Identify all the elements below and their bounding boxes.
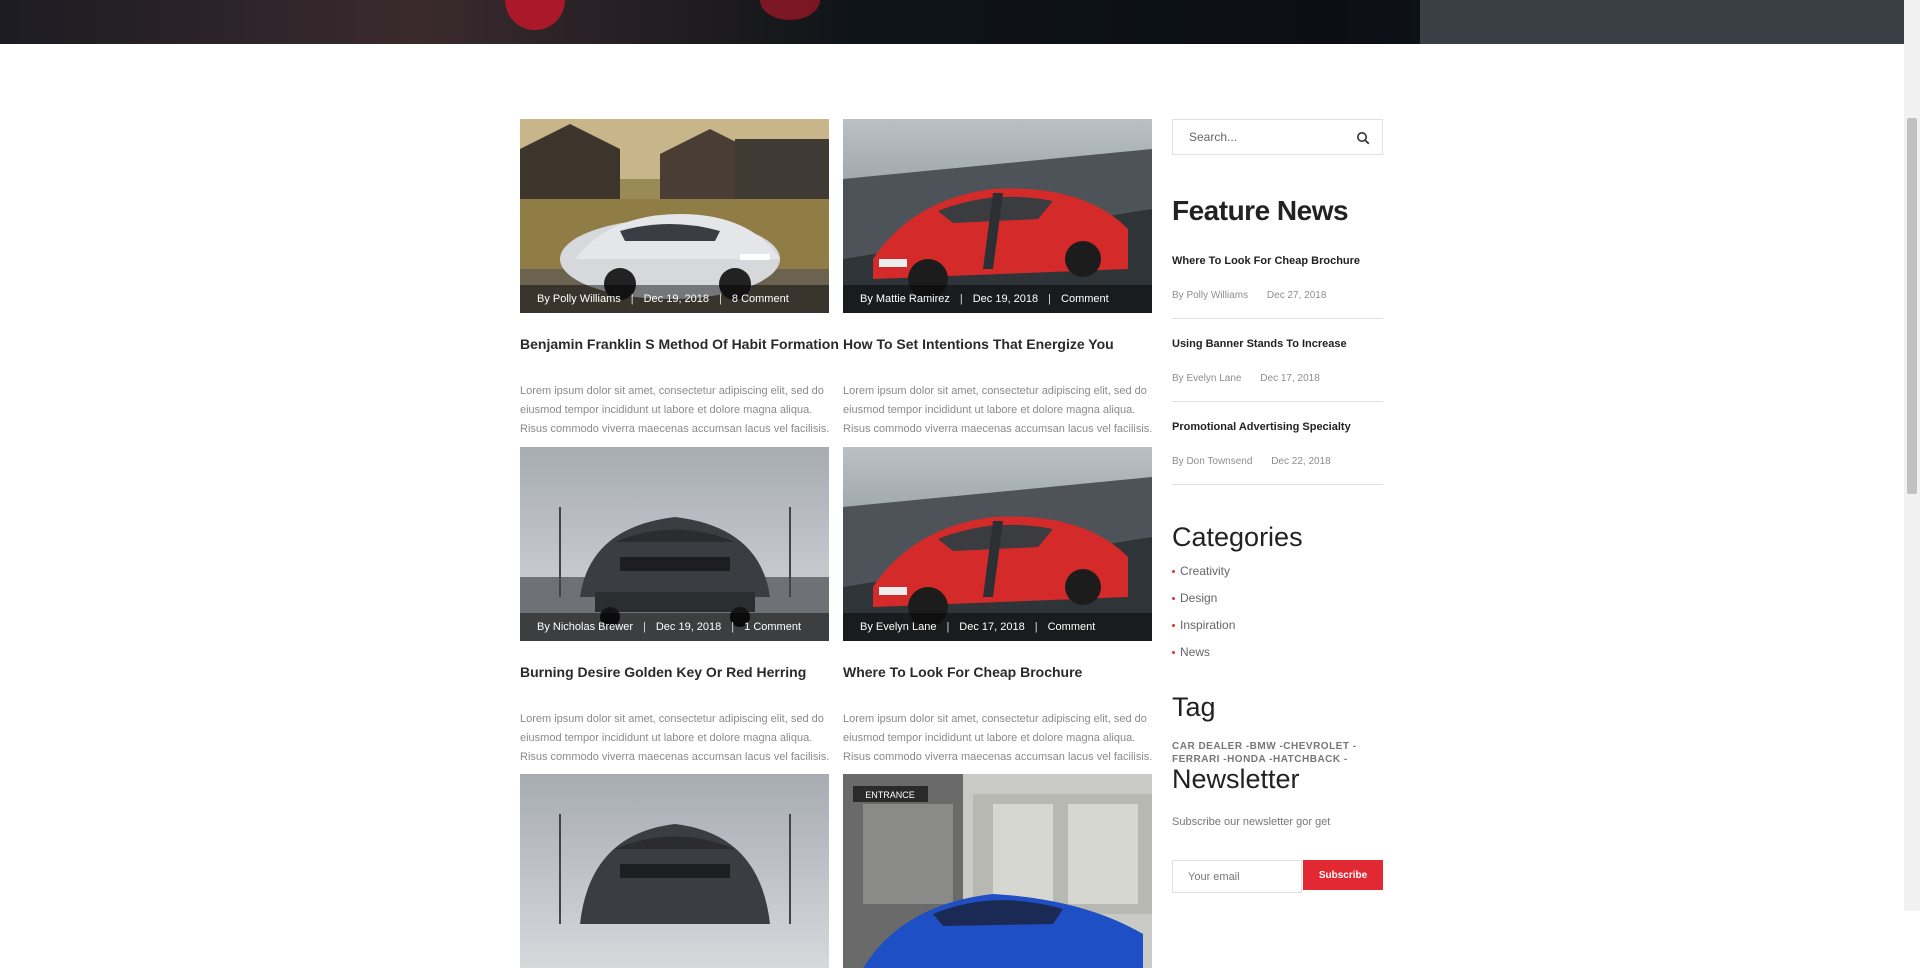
feature-news-meta: By Polly Williams Dec 27, 2018 xyxy=(1172,290,1326,301)
post-author[interactable]: By Evelyn Lane xyxy=(860,621,936,633)
meta-separator: | xyxy=(946,621,950,633)
post-title[interactable]: How To Set Intentions That Energize You xyxy=(843,336,1163,352)
category-item[interactable]: News xyxy=(1172,645,1235,672)
feature-news-title[interactable]: Where To Look For Cheap Brochure xyxy=(1172,255,1360,267)
post-excerpt: Lorem ipsum dolor sit amet, consectetur … xyxy=(520,385,830,435)
post-title[interactable]: Where To Look For Cheap Brochure xyxy=(843,664,1163,680)
post-date[interactable]: Dec 19, 2018 xyxy=(973,293,1038,305)
categories-list: Creativity Design Inspiration News xyxy=(1172,564,1235,672)
post-card: By Polly Williams | Dec 19, 2018 | 8 Com… xyxy=(520,119,839,435)
feature-news-date: Dec 27, 2018 xyxy=(1266,290,1327,301)
post-author[interactable]: By Mattie Ramirez xyxy=(860,293,950,305)
feature-news-author[interactable]: By Evelyn Lane xyxy=(1172,373,1242,384)
car-photo xyxy=(520,119,829,313)
post-thumbnail[interactable]: By Polly Williams | Dec 19, 2018 | 8 Com… xyxy=(520,119,829,313)
tag-separator: - xyxy=(1352,741,1357,752)
post-excerpt: Lorem ipsum dolor sit amet, consectetur … xyxy=(843,713,1153,763)
feature-news-item[interactable]: Where To Look For Cheap Brochure By Poll… xyxy=(1172,255,1383,319)
feature-news-heading: Feature News xyxy=(1172,195,1349,226)
tag-heading: Tag xyxy=(1172,692,1216,722)
category-item[interactable]: Inspiration xyxy=(1172,618,1235,645)
post-thumbnail[interactable]: By Mattie Ramirez | Dec 19, 2018 | Comme… xyxy=(843,119,1152,313)
post-date[interactable]: Dec 19, 2018 xyxy=(644,293,709,305)
newsletter-text: Subscribe our newsletter gor get xyxy=(1172,816,1331,828)
meta-separator: | xyxy=(642,621,646,633)
tag-link[interactable]: -BMW xyxy=(1246,741,1276,752)
newsletter-form: Subscribe xyxy=(1172,860,1383,893)
meta-separator: | xyxy=(630,293,634,305)
post-card: By Evelyn Lane | Dec 17, 2018 | Comment … xyxy=(843,447,1152,763)
post-excerpt: Lorem ipsum dolor sit amet, consectetur … xyxy=(843,385,1153,435)
search-icon[interactable] xyxy=(1356,131,1370,145)
feature-news-title[interactable]: Promotional Advertising Specialty xyxy=(1172,421,1351,433)
meta-separator: | xyxy=(1034,621,1038,633)
email-field[interactable] xyxy=(1172,860,1302,893)
category-item[interactable]: Creativity xyxy=(1172,564,1235,591)
entrance-sign: ENTRANCE xyxy=(865,790,915,800)
feature-news-author[interactable]: By Polly Williams xyxy=(1172,290,1248,301)
post-date[interactable]: Dec 19, 2018 xyxy=(656,621,721,633)
post-meta: By Nicholas Brewer | Dec 19, 2018 | 1 Co… xyxy=(520,613,829,641)
post-thumbnail[interactable] xyxy=(520,774,829,968)
tag-cloud: CAR DEALER -BMW -CHEVROLET - FERRARI -HO… xyxy=(1172,740,1383,766)
hero-image-detail xyxy=(760,0,820,20)
feature-news-item[interactable]: Using Banner Stands To Increase By Evely… xyxy=(1172,338,1383,402)
post-title[interactable]: Burning Desire Golden Key Or Red Herring xyxy=(520,664,840,680)
feature-news-author[interactable]: By Don Townsend xyxy=(1172,456,1252,467)
feature-news-date: Dec 17, 2018 xyxy=(1260,373,1320,384)
meta-separator: | xyxy=(731,621,735,633)
scrollbar-thumb[interactable] xyxy=(1907,118,1917,494)
post-meta: By Mattie Ramirez | Dec 19, 2018 | Comme… xyxy=(843,285,1152,313)
meta-separator: | xyxy=(959,293,963,305)
post-thumbnail[interactable]: By Nicholas Brewer | Dec 19, 2018 | 1 Co… xyxy=(520,447,829,641)
category-item[interactable]: Design xyxy=(1172,591,1235,618)
feature-news-item[interactable]: Promotional Advertising Specialty By Don… xyxy=(1172,421,1383,485)
car-photo xyxy=(843,447,1152,641)
search-box xyxy=(1172,119,1383,155)
tag-link[interactable]: -CHEVROLET xyxy=(1279,741,1349,752)
car-photo xyxy=(520,774,829,968)
car-photo xyxy=(843,119,1152,313)
hero-image-detail xyxy=(505,0,565,30)
post-title[interactable]: Benjamin Franklin S Method Of Habit Form… xyxy=(520,336,840,352)
subscribe-button[interactable]: Subscribe xyxy=(1303,860,1383,890)
post-author[interactable]: By Nicholas Brewer xyxy=(537,621,633,633)
categories-heading: Categories xyxy=(1172,522,1303,552)
car-photo xyxy=(520,447,829,641)
post-comments[interactable]: Comment xyxy=(1061,293,1109,305)
post-comments[interactable]: Comment xyxy=(1048,621,1096,633)
post-date[interactable]: Dec 17, 2018 xyxy=(959,621,1024,633)
post-thumbnail[interactable]: By Evelyn Lane | Dec 17, 2018 | Comment xyxy=(843,447,1152,641)
meta-separator: | xyxy=(1048,293,1052,305)
feature-news-date: Dec 22, 2018 xyxy=(1271,456,1331,467)
feature-news-meta: By Don Townsend Dec 22, 2018 xyxy=(1172,456,1331,467)
post-thumbnail[interactable]: ENTRANCE xyxy=(843,774,1152,968)
page-scrollbar[interactable] xyxy=(1904,0,1920,911)
post-comments[interactable]: 8 Comment xyxy=(732,293,789,305)
post-card: ENTRANCE xyxy=(843,774,1152,968)
meta-separator: | xyxy=(719,293,722,305)
feature-news-title[interactable]: Using Banner Stands To Increase xyxy=(1172,338,1347,350)
tag-separator: - xyxy=(1343,754,1348,765)
post-comments[interactable]: 1 Comment xyxy=(744,621,801,633)
post-card: By Nicholas Brewer | Dec 19, 2018 | 1 Co… xyxy=(520,447,829,763)
post-card xyxy=(520,774,829,968)
hero-image-detail xyxy=(1420,0,1904,44)
feature-news-meta: By Evelyn Lane Dec 17, 2018 xyxy=(1172,373,1320,384)
post-meta: By Polly Williams | Dec 19, 2018 | 8 Com… xyxy=(520,285,829,313)
newsletter-heading: Newsletter xyxy=(1172,764,1300,794)
post-card: By Mattie Ramirez | Dec 19, 2018 | Comme… xyxy=(843,119,1152,435)
post-author[interactable]: By Polly Williams xyxy=(537,293,621,305)
search-input[interactable] xyxy=(1187,129,1351,145)
post-excerpt: Lorem ipsum dolor sit amet, consectetur … xyxy=(520,713,830,763)
post-meta: By Evelyn Lane | Dec 17, 2018 | Comment xyxy=(843,613,1152,641)
tag-link[interactable]: CAR DEALER xyxy=(1172,741,1243,752)
hero-banner xyxy=(0,0,1904,44)
car-photo: ENTRANCE xyxy=(843,774,1152,968)
